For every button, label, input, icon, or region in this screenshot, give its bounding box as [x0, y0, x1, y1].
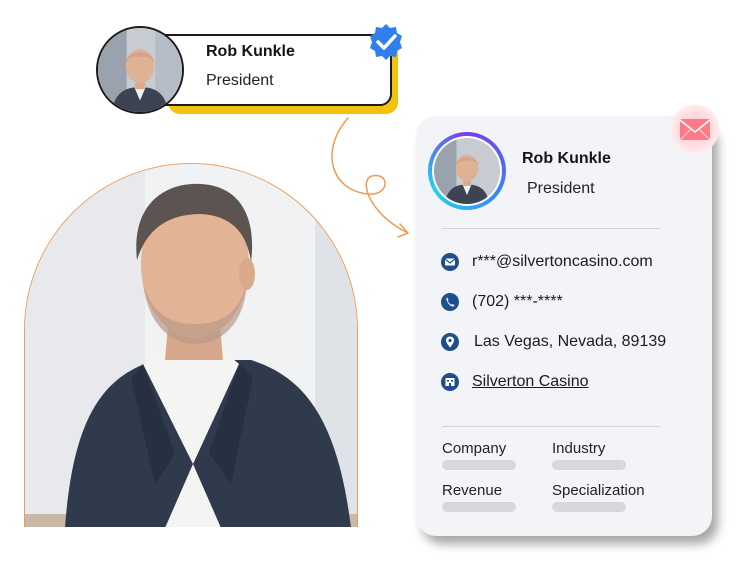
connector-arrow	[331, 117, 409, 238]
card-avatar-ring	[428, 132, 506, 210]
field-industry-placeholder	[552, 460, 626, 470]
field-revenue-label: Revenue	[442, 482, 503, 499]
phone-text: (702) ***-****	[472, 293, 563, 310]
location-text: Las Vegas, Nevada, 89139	[474, 333, 667, 350]
email-row[interactable]: r***@silvertoncasino.com	[440, 252, 653, 272]
divider-top	[442, 228, 660, 229]
field-specialization-label: Specialization	[552, 482, 645, 499]
divider-bottom	[442, 426, 660, 427]
mini-card-title: President	[206, 72, 274, 89]
email-text: r***@silvertoncasino.com	[472, 253, 653, 270]
contact-card: Rob Kunkle President r***@silvertoncasin…	[416, 116, 712, 536]
phone-icon	[440, 292, 460, 312]
mini-contact-card: Rob Kunkle President	[160, 34, 392, 106]
phone-row[interactable]: (702) ***-****	[440, 292, 563, 312]
field-industry-label: Industry	[552, 440, 606, 457]
field-company-label: Company	[442, 440, 507, 457]
card-avatar	[432, 136, 502, 206]
mini-card-avatar	[96, 26, 184, 114]
field-company-placeholder	[442, 460, 516, 470]
map-pin-icon	[440, 332, 460, 352]
mail-icon[interactable]	[670, 104, 720, 154]
envelope-icon	[440, 252, 460, 272]
card-title: President	[527, 180, 595, 197]
card-name: Rob Kunkle	[522, 150, 611, 167]
verified-check-icon	[366, 22, 406, 62]
profile-photo	[24, 163, 358, 527]
company-row[interactable]: Silverton Casino	[440, 372, 589, 392]
building-icon	[440, 372, 460, 392]
location-row: Las Vegas, Nevada, 89139	[440, 332, 666, 352]
field-revenue-placeholder	[442, 502, 516, 512]
mini-card-name: Rob Kunkle	[206, 43, 295, 60]
field-specialization-placeholder	[552, 502, 626, 512]
company-link[interactable]: Silverton Casino	[472, 373, 589, 391]
